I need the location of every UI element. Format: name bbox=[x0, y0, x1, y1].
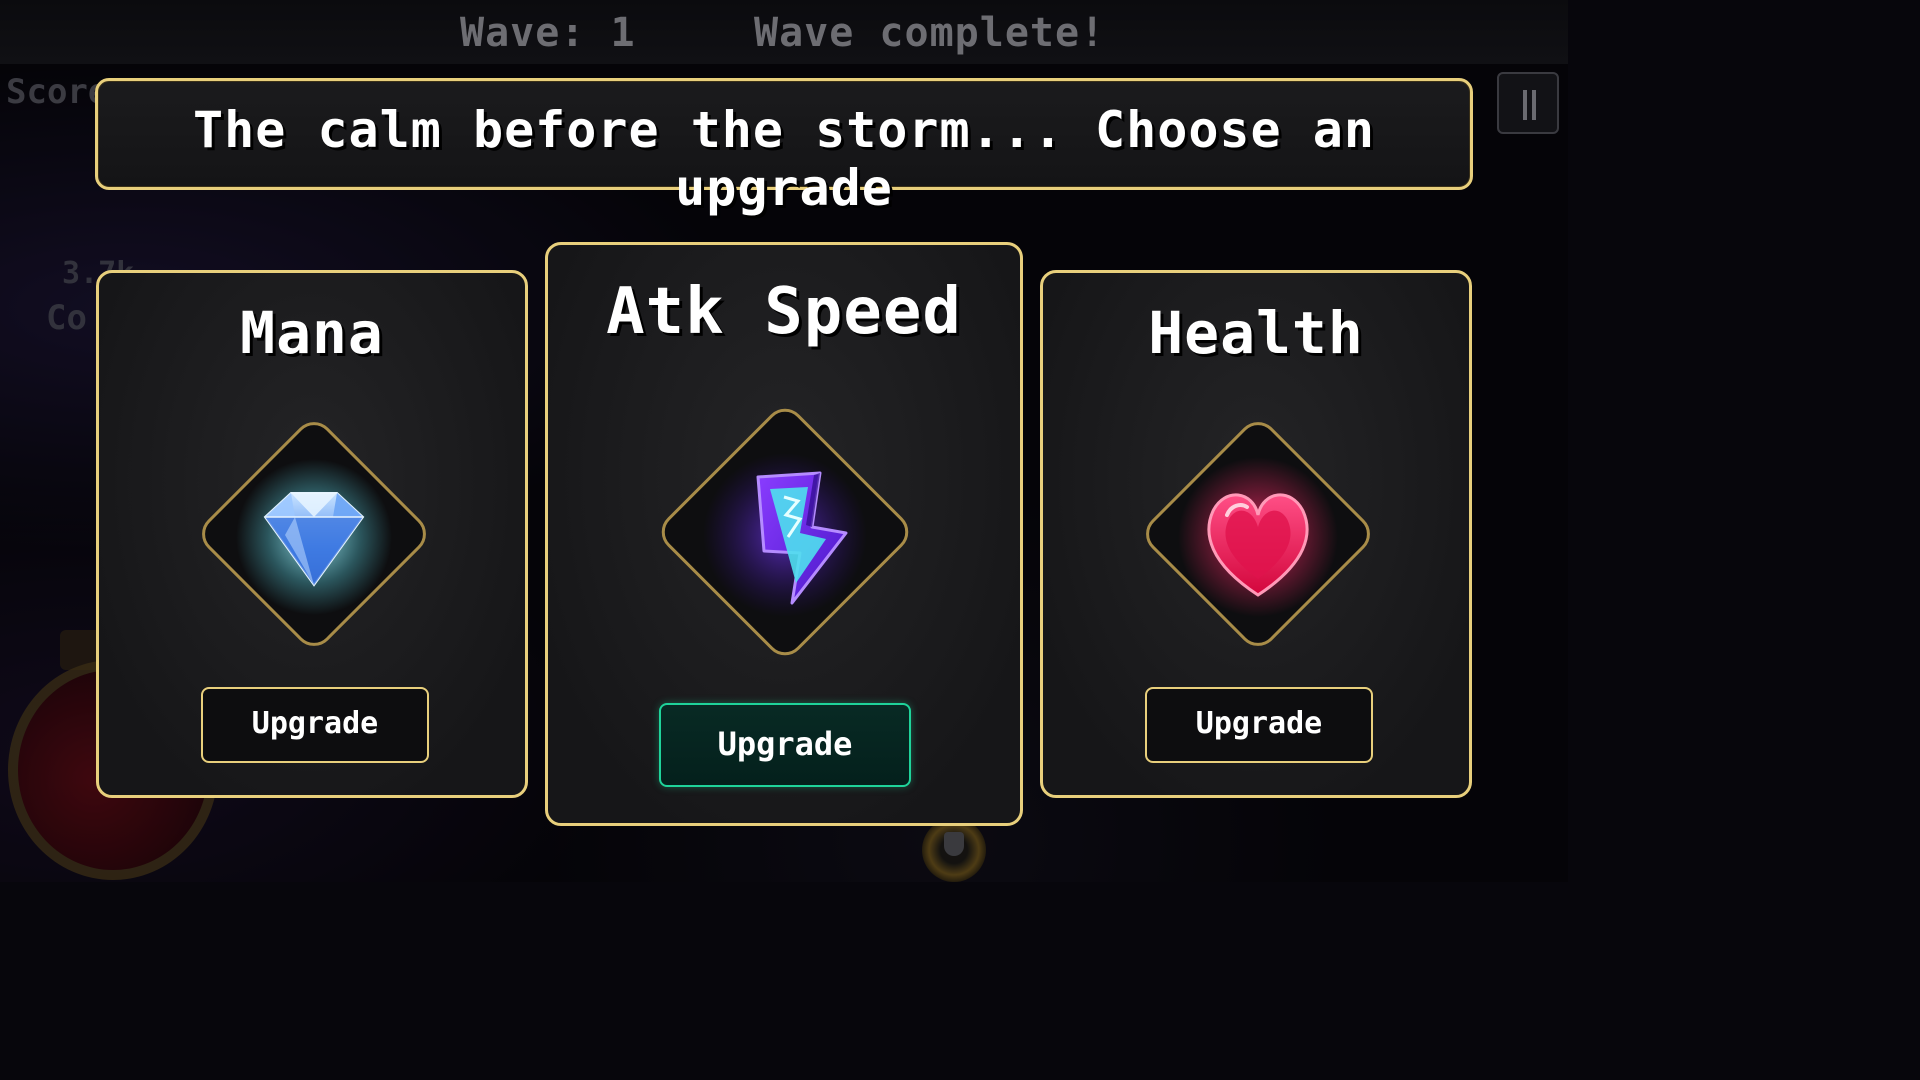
upgrade-card-mana[interactable]: Mana Upgrade bbox=[96, 270, 528, 798]
upgrade-button-health[interactable]: Upgrade bbox=[1145, 687, 1373, 763]
crystal-gem-icon bbox=[225, 445, 403, 623]
pause-button[interactable] bbox=[1497, 72, 1559, 134]
upgrade-button-atk-speed[interactable]: Upgrade bbox=[659, 703, 911, 787]
card-title: Atk Speed bbox=[606, 275, 962, 349]
lightning-bolt-icon bbox=[688, 435, 882, 629]
upgrade-card-health[interactable]: Health Upgrade bbox=[1040, 270, 1472, 798]
card-title: Health bbox=[1148, 299, 1364, 367]
game-screen: Wave: 1 Wave complete! Score 3.7k Co The… bbox=[0, 0, 1568, 882]
upgrade-banner: The calm before the storm... Choose an u… bbox=[95, 78, 1473, 217]
pause-icon bbox=[1523, 90, 1527, 120]
card-title: Mana bbox=[240, 299, 384, 367]
upgrade-card-atk-speed[interactable]: Atk Speed Upgrade bbox=[545, 242, 1023, 826]
wave-status-text: Wave complete! bbox=[754, 10, 1106, 56]
heart-icon bbox=[1169, 445, 1347, 623]
banner-text: The calm before the storm... Choose an u… bbox=[193, 101, 1375, 217]
upgrade-button-mana[interactable]: Upgrade bbox=[201, 687, 429, 763]
wave-counter: Wave: 1 bbox=[460, 10, 636, 56]
top-hud-bar: Wave: 1 Wave complete! bbox=[0, 0, 1568, 64]
